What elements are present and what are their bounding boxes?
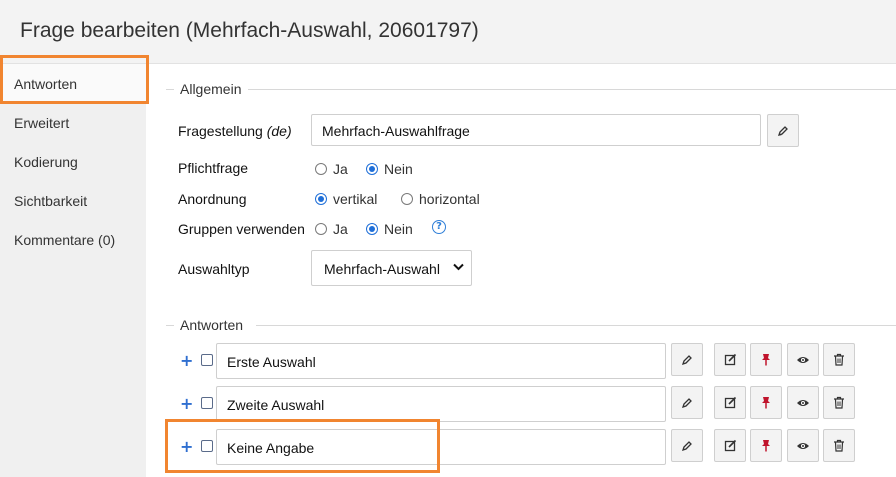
- sidebar-item-label: Sichtbarkeit: [14, 193, 88, 209]
- radio-label: vertikal: [333, 191, 378, 207]
- radio-label: Nein: [384, 161, 413, 177]
- radio-button[interactable]: [366, 223, 378, 235]
- question-label: Fragestellung (de): [178, 123, 292, 139]
- eye-icon: [797, 442, 809, 449]
- type-select[interactable]: Mehrfach-Auswahl: [311, 250, 472, 286]
- radio-button[interactable]: [401, 193, 413, 205]
- answer-delete-button[interactable]: [823, 386, 855, 419]
- sidebar-item-label: Erweitert: [14, 115, 70, 131]
- answer-input[interactable]: Erste Auswahl: [216, 343, 666, 379]
- sidebar: Antworten Erweitert Kodierung Sichtbarke…: [0, 64, 146, 477]
- answer-edit-button[interactable]: [714, 429, 746, 462]
- groups-label: Gruppen verwenden: [178, 221, 305, 237]
- required-label: Pflichtfrage: [178, 160, 249, 176]
- pencil-icon: [777, 125, 788, 136]
- sidebar-item-label: Antworten: [14, 76, 78, 92]
- type-label: Auswahltyp: [178, 261, 250, 277]
- answer-delete-button[interactable]: [823, 429, 855, 462]
- answer-checkbox[interactable]: [201, 440, 213, 452]
- pencil-icon: [681, 397, 692, 408]
- radio-button[interactable]: [315, 223, 327, 235]
- pencil-icon: [681, 354, 692, 365]
- fieldset-line: [166, 89, 174, 90]
- type-select-value: Mehrfach-Auswahl: [324, 261, 440, 277]
- page-title: Frage bearbeiten (Mehrfach-Auswahl, 2060…: [20, 19, 479, 42]
- pin-icon: [762, 397, 770, 409]
- sidebar-item-label: Kodierung: [14, 154, 78, 170]
- radio-button[interactable]: [366, 163, 378, 175]
- question-edit-button[interactable]: [767, 114, 799, 147]
- layout-label: Anordnung: [178, 191, 247, 207]
- edit-icon: [724, 353, 736, 366]
- radio-button[interactable]: [315, 193, 327, 205]
- edit-icon: [724, 396, 736, 409]
- answer-input[interactable]: Zweite Auswahl: [216, 386, 666, 422]
- answer-pencil-button[interactable]: [671, 429, 703, 462]
- radio-label: Ja: [333, 221, 348, 237]
- sidebar-item-kommentare[interactable]: Kommentare (0): [0, 220, 146, 258]
- sidebar-item-sichtbarkeit[interactable]: Sichtbarkeit: [0, 181, 146, 219]
- eye-icon: [797, 399, 809, 406]
- fieldset-line: [166, 325, 174, 326]
- radio-label: horizontal: [419, 191, 480, 207]
- question-input[interactable]: Mehrfach-Auswahlfrage: [311, 114, 761, 146]
- answer-delete-button[interactable]: [823, 343, 855, 376]
- answer-visibility-button[interactable]: [787, 343, 819, 376]
- answer-edit-button[interactable]: [714, 386, 746, 419]
- plus-icon[interactable]: +: [180, 394, 193, 413]
- trash-icon: [834, 353, 844, 366]
- pin-icon: [762, 440, 770, 452]
- answer-edit-button[interactable]: [714, 343, 746, 376]
- plus-icon[interactable]: +: [180, 437, 193, 456]
- radio-label: Nein: [384, 221, 413, 237]
- question-language: (de): [266, 123, 292, 139]
- pencil-icon: [681, 440, 692, 451]
- help-icon[interactable]: ?: [432, 220, 446, 234]
- answer-checkbox[interactable]: [201, 354, 213, 366]
- answer-input[interactable]: Keine Angabe: [216, 429, 666, 465]
- sidebar-item-erweitert[interactable]: Erweitert: [0, 103, 146, 141]
- radio-button[interactable]: [315, 163, 327, 175]
- trash-icon: [834, 396, 844, 409]
- question-label-text: Fragestellung: [178, 123, 263, 139]
- answer-pin-button[interactable]: [750, 386, 782, 419]
- plus-icon[interactable]: +: [180, 351, 193, 370]
- answer-visibility-button[interactable]: [787, 429, 819, 462]
- chevron-down-icon: [453, 263, 464, 271]
- dialog-header: Frage bearbeiten (Mehrfach-Auswahl, 2060…: [0, 0, 896, 64]
- sidebar-item-label: Kommentare (0): [14, 232, 116, 248]
- fieldset-legend-allgemein: Allgemein: [180, 81, 242, 97]
- pin-icon: [762, 354, 770, 366]
- eye-icon: [797, 356, 809, 363]
- fieldset-line: [256, 325, 896, 326]
- fieldset-line: [248, 89, 896, 90]
- answer-visibility-button[interactable]: [787, 386, 819, 419]
- sidebar-item-antworten[interactable]: Antworten: [0, 64, 146, 102]
- answer-pencil-button[interactable]: [671, 386, 703, 419]
- trash-icon: [834, 439, 844, 452]
- answer-pin-button[interactable]: [750, 429, 782, 462]
- answer-pencil-button[interactable]: [671, 343, 703, 376]
- fieldset-legend-antworten: Antworten: [180, 317, 244, 333]
- answer-pin-button[interactable]: [750, 343, 782, 376]
- radio-label: Ja: [333, 161, 348, 177]
- sidebar-item-kodierung[interactable]: Kodierung: [0, 142, 146, 180]
- edit-icon: [724, 439, 736, 452]
- answer-checkbox[interactable]: [201, 397, 213, 409]
